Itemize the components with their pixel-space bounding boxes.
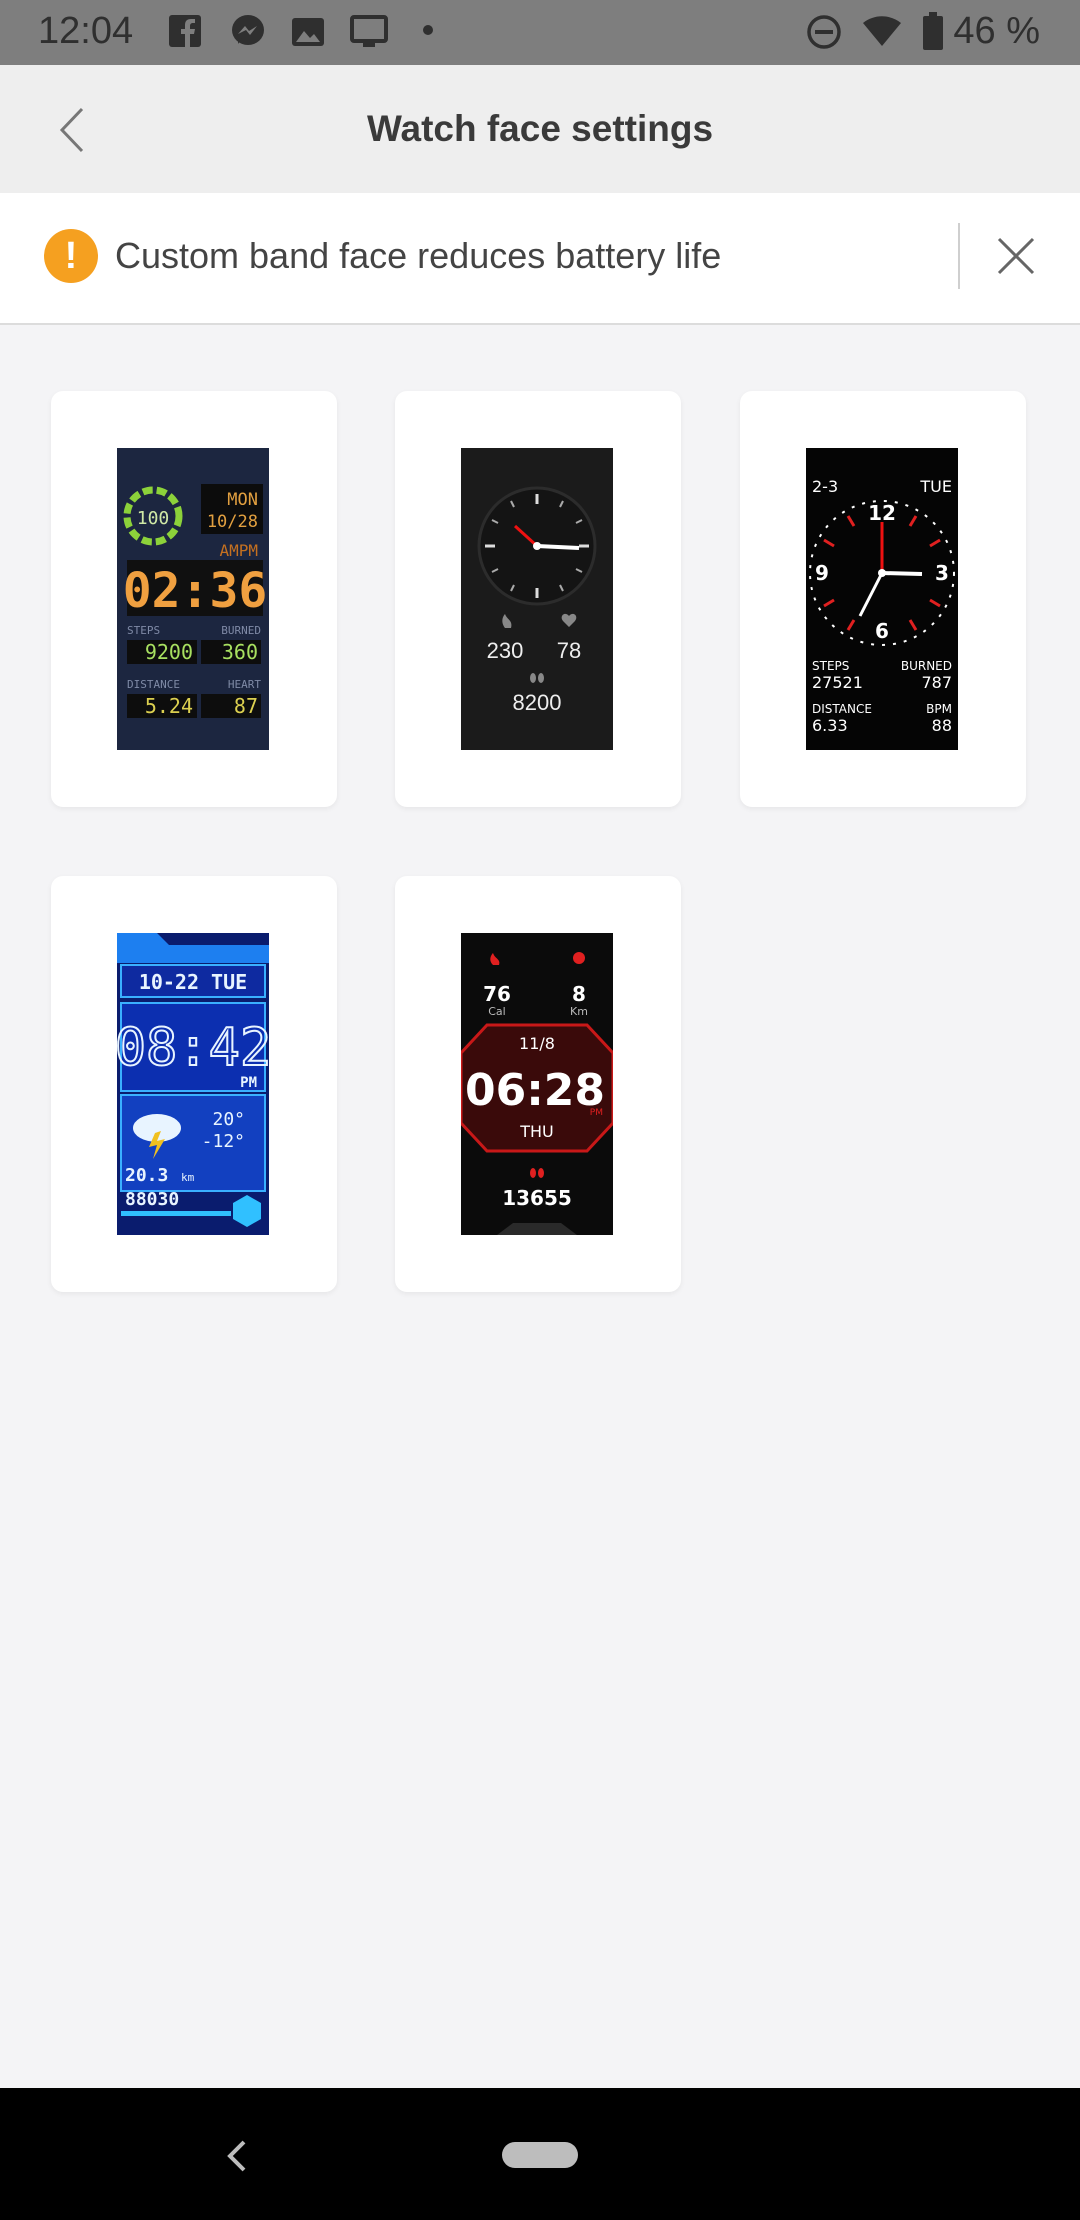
- face1-ampm: AMPM: [219, 541, 258, 560]
- face2-calories: 230: [487, 638, 524, 663]
- watch-face-preview: 10-22 TUE 08:42 PM 20° -12° 20.3 km 8803…: [117, 933, 269, 1235]
- battery-warning-banner: ! Custom band face reduces battery life: [0, 193, 1080, 325]
- face1-date: 10/28: [207, 512, 258, 532]
- warning-icon: !: [44, 229, 98, 283]
- face3-numeral: 12: [868, 501, 896, 525]
- system-nav-bar: [0, 2088, 1080, 2220]
- facebook-icon: [169, 15, 201, 47]
- face1-distance-label: DISTANCE: [127, 678, 180, 691]
- monitor-icon: [350, 15, 388, 47]
- face3-numeral: 9: [815, 561, 829, 585]
- face2-heart: 78: [557, 638, 581, 663]
- face2-steps: 8200: [513, 690, 562, 715]
- face4-time: 08:42: [117, 1018, 269, 1078]
- battery-icon: [923, 12, 943, 50]
- face1-burned: 360: [222, 640, 258, 664]
- face3-day: TUE: [919, 477, 952, 496]
- face5-steps: 13655: [502, 1186, 572, 1210]
- dnd-icon: [807, 15, 841, 49]
- watch-face-preview: 2-3 TUE 12 3 6 9 STEPS BURNED 27521 787 …: [806, 448, 958, 750]
- face1-heart: 87: [234, 694, 258, 718]
- watch-face-card[interactable]: 76 Cal 8 Km 11/8 06:28 PM THU 13655: [395, 876, 681, 1292]
- face5-time: 06:28: [465, 1065, 605, 1116]
- face5-day: THU: [519, 1122, 554, 1141]
- face1-heart-label: HEART: [228, 678, 261, 691]
- face5-calories: 76: [483, 982, 511, 1006]
- face4-ampm: PM: [240, 1075, 257, 1091]
- face1-steps: 9200: [145, 640, 193, 664]
- face1-distance: 5.24: [145, 694, 193, 718]
- face3-distance: 6.33: [812, 716, 848, 735]
- wifi-icon: [863, 16, 901, 46]
- face4-distance: 20.3: [125, 1165, 168, 1186]
- watch-face-card[interactable]: 10-22 TUE 08:42 PM 20° -12° 20.3 km 8803…: [51, 876, 337, 1292]
- banner-message: Custom band face reduces battery life: [115, 235, 722, 276]
- dot-icon: [423, 25, 433, 35]
- image-icon: [292, 18, 324, 46]
- face3-bpm-label: BPM: [926, 702, 952, 716]
- face1-steps-label: STEPS: [127, 624, 160, 637]
- face4-date: 10-22 TUE: [139, 970, 247, 994]
- face3-numeral: 6: [875, 619, 889, 643]
- status-time: 12:04: [38, 10, 134, 52]
- app-header: Watch face settings: [0, 65, 1080, 193]
- face3-numeral: 3: [935, 561, 949, 585]
- banner-divider: [958, 223, 960, 289]
- face3-distance-label: DISTANCE: [812, 702, 872, 716]
- status-bar: 12:04 46 %: [0, 0, 1080, 65]
- face1-ring-value: 100: [137, 508, 170, 529]
- face1-burned-label: BURNED: [221, 624, 261, 637]
- watch-face-card[interactable]: 230 78 8200: [395, 391, 681, 807]
- face5-ampm: PM: [590, 1108, 603, 1118]
- watch-face-preview: 230 78 8200: [461, 448, 613, 750]
- face3-bpm: 88: [932, 716, 952, 735]
- face5-km-unit: Km: [570, 1005, 588, 1018]
- face1-time: 02:36: [123, 563, 268, 619]
- face5-calories-unit: Cal: [488, 1005, 505, 1018]
- face4-temp-low: -12°: [202, 1131, 245, 1152]
- home-pill-icon[interactable]: [502, 2142, 578, 2168]
- face3-steps-label: STEPS: [812, 659, 849, 673]
- close-icon[interactable]: [993, 233, 1039, 279]
- face4-distance-unit: km: [181, 1171, 195, 1184]
- watch-face-card[interactable]: 2-3 TUE 12 3 6 9 STEPS BURNED 27521 787 …: [740, 391, 1026, 807]
- face4-steps: 88030: [125, 1189, 179, 1210]
- face3-burned-label: BURNED: [901, 659, 952, 673]
- battery-percent: 46 %: [953, 10, 1040, 52]
- nav-back-icon[interactable]: [222, 2136, 252, 2176]
- watch-face-card[interactable]: 100 MON 10/28 AMPM 02:36 STEPS BURNED 92…: [51, 391, 337, 807]
- watch-face-preview: 100 MON 10/28 AMPM 02:36 STEPS BURNED 92…: [117, 448, 269, 750]
- face1-day: MON: [227, 490, 258, 510]
- face3-burned: 787: [921, 673, 952, 692]
- face3-steps: 27521: [812, 673, 863, 692]
- messenger-icon: [232, 15, 264, 45]
- face3-date: 2-3: [812, 477, 838, 496]
- watch-face-preview: 76 Cal 8 Km 11/8 06:28 PM THU 13655: [461, 933, 613, 1235]
- face5-date: 11/8: [519, 1034, 555, 1053]
- face5-km: 8: [572, 982, 586, 1006]
- page-title: Watch face settings: [366, 108, 714, 149]
- face4-temp-high: 20°: [212, 1109, 245, 1130]
